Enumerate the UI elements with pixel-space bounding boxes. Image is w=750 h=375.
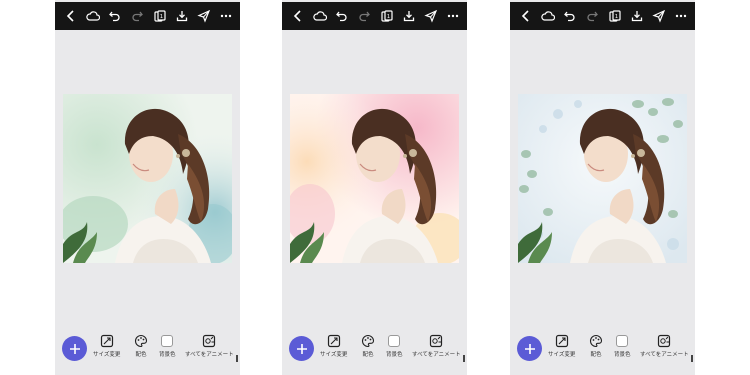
pages-icon[interactable]: 1	[380, 9, 394, 23]
color-label: 配色	[135, 352, 147, 358]
add-button[interactable]	[289, 336, 314, 361]
resize-label: サイズ変更	[320, 352, 348, 358]
top-toolbar: 1	[510, 2, 695, 30]
plus-icon	[524, 343, 535, 354]
resize-label: サイズ変更	[548, 352, 576, 358]
bottom-toolbar: サイズ変更 配色 背景色 すべてをアニメート	[282, 332, 467, 368]
animate-label: すべてをアニメート	[412, 352, 461, 358]
redo-icon[interactable]	[357, 9, 371, 23]
share-icon[interactable]	[197, 9, 211, 23]
palette-icon	[589, 334, 603, 348]
background-label: 背景色	[159, 352, 176, 358]
scroll-edge	[691, 355, 693, 362]
background-tool[interactable]: 背景色	[386, 334, 403, 359]
design-canvas[interactable]	[290, 94, 459, 263]
background-label: 背景色	[614, 352, 631, 358]
redo-icon[interactable]	[130, 9, 144, 23]
portrait-image-eucalyptus	[518, 94, 687, 263]
palette-icon	[361, 334, 375, 348]
pages-icon[interactable]: 1	[608, 9, 622, 23]
color-label: 配色	[362, 352, 374, 358]
back-icon[interactable]	[291, 9, 305, 23]
portrait-image-green	[63, 94, 232, 263]
background-label: 背景色	[386, 352, 403, 358]
cloud-icon[interactable]	[86, 9, 101, 23]
editor-screen-3: 1 サイズ変更 配色 背景色 すべてをアニメート	[510, 0, 695, 375]
download-icon[interactable]	[630, 9, 644, 23]
svg-text:1: 1	[614, 14, 617, 20]
resize-icon	[555, 334, 569, 348]
portrait-image-pink	[290, 94, 459, 263]
color-tool[interactable]: 配色	[134, 334, 148, 359]
scroll-edge	[236, 355, 238, 362]
share-icon[interactable]	[424, 9, 438, 23]
editor-screen-1: 1 サイズ変更 配色 背景色 すべてをアニメート	[55, 0, 240, 375]
more-icon[interactable]	[674, 9, 688, 23]
editor-screen-2: 1 サイズ変更 配色 背景色 すべてをアニメート	[282, 0, 467, 375]
scroll-edge	[463, 355, 465, 362]
back-icon[interactable]	[64, 9, 78, 23]
background-tool[interactable]: 背景色	[159, 334, 176, 359]
back-icon[interactable]	[519, 9, 533, 23]
undo-icon[interactable]	[563, 9, 577, 23]
background-swatch-icon	[387, 334, 401, 348]
background-swatch-icon	[160, 334, 174, 348]
color-label: 配色	[590, 352, 602, 358]
pages-icon[interactable]: 1	[153, 9, 167, 23]
animate-label: すべてをアニメート	[185, 352, 234, 358]
redo-icon[interactable]	[585, 9, 599, 23]
add-button[interactable]	[62, 336, 87, 361]
design-canvas[interactable]	[518, 94, 687, 263]
resize-label: サイズ変更	[93, 352, 121, 358]
resize-icon	[327, 334, 341, 348]
animate-tool[interactable]: すべてをアニメート	[412, 334, 461, 359]
color-tool[interactable]: 配色	[589, 334, 603, 359]
undo-icon[interactable]	[108, 9, 122, 23]
resize-tool[interactable]: サイズ変更	[548, 334, 575, 359]
svg-text:1: 1	[386, 14, 389, 20]
top-toolbar: 1	[282, 2, 467, 30]
cloud-icon[interactable]	[313, 9, 328, 23]
cloud-icon[interactable]	[541, 9, 556, 23]
animate-tool[interactable]: すべてをアニメート	[185, 334, 234, 359]
download-icon[interactable]	[402, 9, 416, 23]
plus-icon	[296, 343, 307, 354]
animate-tool[interactable]: すべてをアニメート	[640, 334, 689, 359]
animate-icon	[202, 334, 216, 348]
add-button[interactable]	[517, 336, 542, 361]
animate-icon	[657, 334, 671, 348]
resize-tool[interactable]: サイズ変更	[320, 334, 347, 359]
more-icon[interactable]	[446, 9, 460, 23]
design-canvas[interactable]	[63, 94, 232, 263]
palette-icon	[134, 334, 148, 348]
top-toolbar: 1	[55, 2, 240, 30]
animate-icon	[429, 334, 443, 348]
color-tool[interactable]: 配色	[361, 334, 375, 359]
undo-icon[interactable]	[335, 9, 349, 23]
resize-tool[interactable]: サイズ変更	[93, 334, 120, 359]
bottom-toolbar: サイズ変更 配色 背景色 すべてをアニメート	[510, 332, 695, 368]
background-tool[interactable]: 背景色	[614, 334, 631, 359]
resize-icon	[100, 334, 114, 348]
bottom-toolbar: サイズ変更 配色 背景色 すべてをアニメート	[55, 332, 240, 368]
plus-icon	[69, 343, 80, 354]
share-icon[interactable]	[652, 9, 666, 23]
svg-text:1: 1	[159, 14, 162, 20]
download-icon[interactable]	[175, 9, 189, 23]
more-icon[interactable]	[219, 9, 233, 23]
background-swatch-icon	[615, 334, 629, 348]
animate-label: すべてをアニメート	[640, 352, 689, 358]
